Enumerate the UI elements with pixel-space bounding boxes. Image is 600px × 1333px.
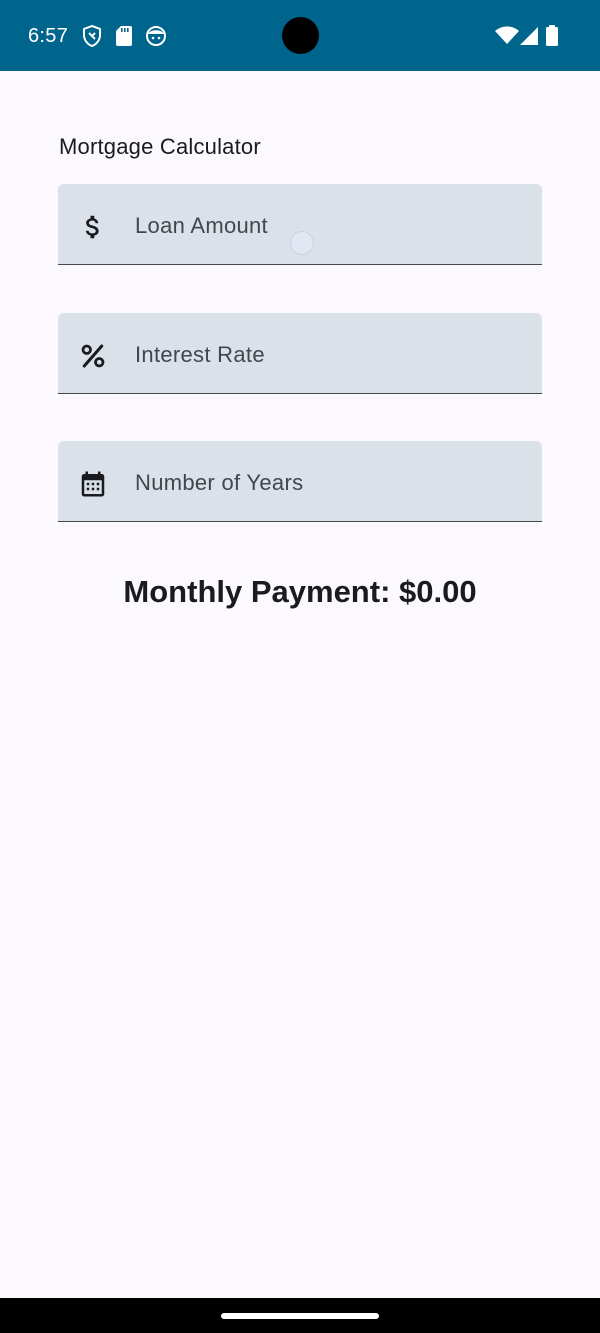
interest-rate-label: Interest Rate xyxy=(135,342,265,367)
face-icon xyxy=(146,26,166,46)
number-of-years-field[interactable]: Number of Years xyxy=(58,441,542,522)
percent-icon xyxy=(81,344,105,368)
wifi-icon xyxy=(495,26,519,44)
monthly-payment-result: Monthly Payment: $0.00 xyxy=(123,574,477,609)
number-of-years-label: Number of Years xyxy=(135,470,304,495)
loan-amount-label: Loan Amount xyxy=(135,213,268,238)
page-title: Mortgage Calculator xyxy=(59,134,261,159)
calendar-icon xyxy=(81,471,105,497)
battery-icon xyxy=(546,25,558,46)
interest-rate-field[interactable]: Interest Rate xyxy=(58,313,542,394)
touch-indicator xyxy=(290,231,314,255)
shield-icon xyxy=(83,24,101,48)
camera-cutout xyxy=(282,17,319,54)
home-gesture-handle[interactable] xyxy=(221,1313,379,1319)
status-bar: 6:57 xyxy=(0,0,600,71)
status-time: 6:57 xyxy=(28,25,69,47)
app-screen: { "status_bar": { "time": "6:57", "left_… xyxy=(0,0,600,1333)
navigation-bar xyxy=(0,1298,600,1333)
sd-card-icon xyxy=(116,26,132,46)
dollar-icon xyxy=(85,215,99,239)
signal-icon xyxy=(520,27,538,45)
loan-amount-field[interactable]: Loan Amount xyxy=(58,184,542,265)
